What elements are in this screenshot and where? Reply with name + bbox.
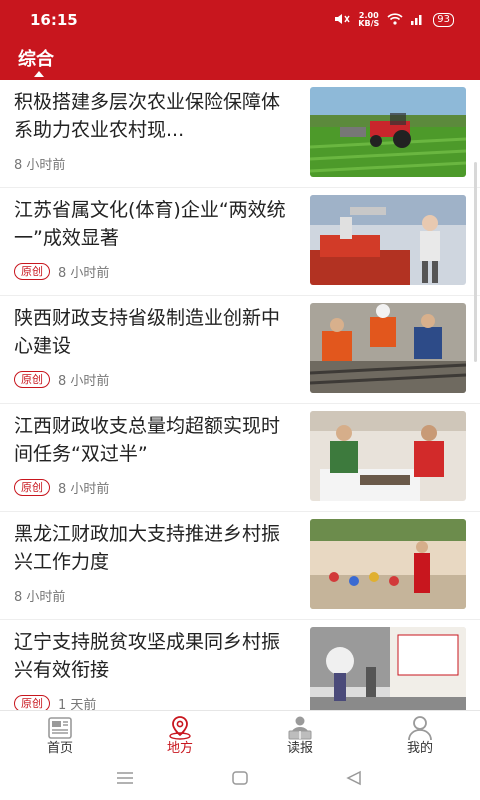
reader-icon [285, 715, 315, 741]
news-thumbnail[interactable] [310, 411, 466, 501]
nav-item-home[interactable]: 首页 [0, 711, 120, 760]
original-badge: 原创 [14, 371, 50, 388]
menu-icon[interactable] [116, 770, 134, 790]
news-thumbnail[interactable] [310, 627, 466, 710]
news-thumbnail[interactable] [310, 303, 466, 393]
news-meta: 8 小时前 [14, 154, 65, 173]
bottom-navigation: 首页 地方 读报 我的 [0, 710, 480, 760]
location-pin-icon [165, 715, 195, 741]
news-title[interactable]: 江苏省属文化(体育)企业“两效统一”成效显著 [14, 196, 296, 252]
nav-label: 读报 [286, 741, 313, 756]
status-time: 16:15 [30, 11, 78, 29]
news-title[interactable]: 黑龙江财政加大支持推进乡村振兴工作力度 [14, 520, 296, 576]
news-item[interactable]: 陕西财政支持省级制造业创新中心建设 原创 8 小时前 [0, 296, 480, 404]
news-item[interactable]: 江西财政收支总量均超额实现时间任务“双过半” 原创 8 小时前 [0, 404, 480, 512]
battery-indicator: 93 [433, 13, 454, 27]
original-badge: 原创 [14, 263, 50, 280]
wifi-icon [387, 12, 403, 28]
mute-icon [334, 13, 350, 28]
food-vendors-photo [310, 411, 466, 501]
news-time: 8 小时前 [14, 590, 66, 605]
network-speed: 2.00 KB/S [358, 12, 379, 28]
signal-icon [411, 13, 425, 28]
nav-label: 我的 [406, 741, 433, 756]
list-scrollbar[interactable] [474, 162, 477, 362]
news-thumbnail[interactable] [310, 519, 466, 609]
news-list[interactable]: 积极搭建多层次农业保险保障体系助力农业农村现... 8 小时前 江苏省属文化(体… [0, 80, 480, 710]
home-icon[interactable] [231, 770, 249, 790]
news-meta: 原创 8 小时前 [14, 262, 109, 281]
news-meta: 原创 1 天前 [14, 694, 96, 710]
system-navigation-bar [0, 760, 480, 800]
newspaper-icon [45, 715, 75, 741]
nav-item-profile[interactable]: 我的 [360, 711, 480, 760]
robot-exhibition-photo [310, 195, 466, 285]
news-time: 8 小时前 [58, 266, 110, 281]
original-badge: 原创 [14, 479, 50, 496]
news-time: 1 天前 [58, 698, 97, 710]
tractor-field-photo [310, 87, 466, 177]
news-title[interactable]: 辽宁支持脱贫攻坚成果同乡村振兴有效衔接 [14, 628, 296, 684]
nav-label: 首页 [46, 741, 73, 756]
nav-label: 地方 [166, 741, 193, 756]
news-meta: 原创 8 小时前 [14, 370, 109, 389]
nav-item-local[interactable]: 地方 [120, 711, 240, 760]
news-time: 8 小时前 [58, 482, 110, 497]
nav-item-reader[interactable]: 读报 [240, 711, 360, 760]
speed-unit: KB/S [358, 19, 380, 28]
news-title[interactable]: 江西财政收支总量均超额实现时间任务“双过半” [14, 412, 296, 468]
tab-comprehensive[interactable]: 综合 [18, 45, 54, 71]
news-time: 8 小时前 [14, 158, 66, 173]
railway-workers-photo [310, 303, 466, 393]
news-title[interactable]: 陕西财政支持省级制造业创新中心建设 [14, 304, 296, 360]
village-street-photo [310, 627, 466, 710]
news-meta: 原创 8 小时前 [14, 478, 109, 497]
news-item[interactable]: 黑龙江财政加大支持推进乡村振兴工作力度 8 小时前 [0, 512, 480, 620]
status-bar: 16:15 2.00 KB/S 93 [0, 0, 480, 40]
status-icons: 2.00 KB/S 93 [334, 12, 454, 28]
news-thumbnail[interactable] [310, 195, 466, 285]
news-item[interactable]: 积极搭建多层次农业保险保障体系助力农业农村现... 8 小时前 [0, 80, 480, 188]
channel-tab-bar: 综合 [0, 40, 480, 80]
original-badge: 原创 [14, 695, 50, 710]
news-title[interactable]: 积极搭建多层次农业保险保障体系助力农业农村现... [14, 88, 296, 144]
news-item[interactable]: 江苏省属文化(体育)企业“两效统一”成效显著 原创 8 小时前 [0, 188, 480, 296]
user-icon [405, 715, 435, 741]
news-thumbnail[interactable] [310, 87, 466, 177]
news-item[interactable]: 辽宁支持脱贫攻坚成果同乡村振兴有效衔接 原创 1 天前 [0, 620, 480, 710]
news-meta: 8 小时前 [14, 586, 65, 605]
rural-performance-photo [310, 519, 466, 609]
news-time: 8 小时前 [58, 374, 110, 389]
tab-active-indicator [34, 71, 44, 77]
back-icon[interactable] [345, 770, 363, 790]
